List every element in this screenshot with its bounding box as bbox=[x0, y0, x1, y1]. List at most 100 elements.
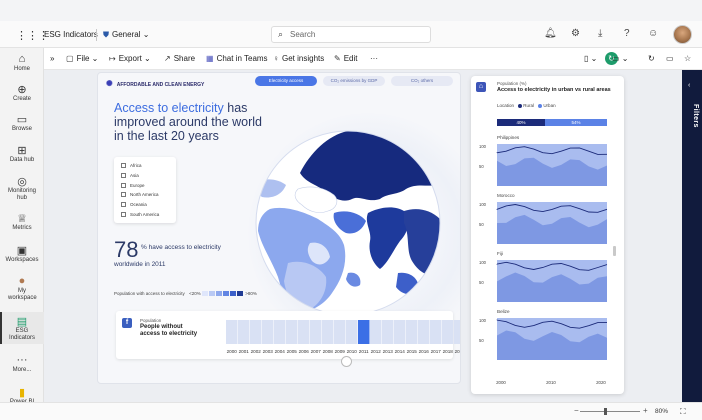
zoom-knob[interactable] bbox=[604, 408, 607, 415]
bell-icon[interactable]: 🔔︎ bbox=[544, 28, 557, 39]
region-checkbox-europe[interactable]: Europe bbox=[121, 180, 176, 190]
workspace-selector[interactable]: ⛊ General ⌄ bbox=[103, 30, 149, 40]
zoom-in-icon[interactable]: + bbox=[643, 406, 648, 415]
file-menu[interactable]: ▢ File ⌄ bbox=[66, 54, 98, 63]
nav-monitoring-hub[interactable]: ◎ Monitoring hub bbox=[0, 175, 44, 205]
year-bar[interactable] bbox=[406, 320, 418, 344]
refresh-icon[interactable]: ↻ bbox=[648, 54, 655, 63]
year-bar[interactable] bbox=[298, 320, 310, 344]
share-button[interactable]: ↗ Share bbox=[164, 54, 195, 63]
year-bar[interactable] bbox=[226, 320, 238, 344]
card-logo-icon: f bbox=[122, 318, 132, 328]
year-bar[interactable] bbox=[322, 320, 334, 344]
x-tick: 2010 bbox=[546, 380, 556, 385]
avatar[interactable] bbox=[673, 25, 692, 44]
side-subtitle: Population (%) bbox=[497, 81, 527, 86]
help-icon[interactable]: ? bbox=[624, 28, 630, 39]
gear-icon[interactable]: ⚙ bbox=[571, 28, 580, 39]
region-checkbox-north-america[interactable]: North America bbox=[121, 190, 176, 200]
year-bar[interactable] bbox=[286, 320, 298, 344]
nav-my-workspace[interactable]: ● My workspace bbox=[0, 275, 44, 305]
zoom-out-icon[interactable]: − bbox=[574, 406, 579, 415]
checkbox[interactable] bbox=[121, 173, 126, 179]
year-bar[interactable] bbox=[238, 320, 250, 344]
y-tick: 50 bbox=[479, 222, 484, 227]
year-bar-chart[interactable]: 2000 2001 2002 2003 2004 2005 2006 2007 2008 2009… bbox=[224, 318, 461, 358]
year-bar[interactable] bbox=[394, 320, 406, 344]
filters-pane[interactable]: ‹ Filters bbox=[682, 70, 702, 402]
globe-map[interactable] bbox=[248, 123, 448, 323]
year-bar[interactable] bbox=[262, 320, 274, 344]
view-icon[interactable]: ▭ ⌄ bbox=[612, 54, 628, 63]
year-bar[interactable] bbox=[310, 320, 322, 344]
year-label: 2011 bbox=[359, 349, 369, 354]
nav-browse[interactable]: ▭ Browse bbox=[0, 113, 44, 137]
year-bar[interactable] bbox=[442, 320, 454, 344]
region-checkbox-oceania[interactable]: Oceania bbox=[121, 200, 176, 210]
share-bar-rural: 40% bbox=[497, 119, 545, 126]
left-nav: ⌂ Home ⊕ Create ▭ Browse ⊞ Data hub ◎ Monitor… bbox=[0, 48, 44, 420]
side-title: Access to electricity in urban vs rural … bbox=[497, 87, 611, 93]
year-bar[interactable] bbox=[274, 320, 286, 344]
year-bar[interactable] bbox=[454, 320, 461, 344]
year-label: 2012 bbox=[371, 349, 382, 354]
nav-create-label: Create bbox=[12, 96, 31, 102]
side-scrollbar[interactable] bbox=[613, 246, 616, 256]
year-bar[interactable] bbox=[430, 320, 442, 344]
download-icon[interactable]: ⤓ bbox=[598, 28, 602, 39]
tab-co2-by-gdp[interactable]: CO₂ emissions by GDP bbox=[323, 76, 385, 86]
chat-in-teams-button[interactable]: ▦ Chat in Teams bbox=[206, 54, 268, 63]
scroll-knob[interactable] bbox=[341, 356, 352, 367]
region-checkbox-south-america[interactable]: South America bbox=[121, 209, 176, 219]
checkbox[interactable] bbox=[121, 192, 126, 198]
more-commands-icon[interactable]: ··· bbox=[370, 54, 378, 63]
year-bar[interactable] bbox=[382, 320, 394, 344]
year-bar[interactable] bbox=[334, 320, 346, 344]
country-name: Fiji bbox=[497, 251, 503, 256]
nav-workspaces[interactable]: ▣ Workspaces bbox=[0, 244, 44, 268]
bookmark-icon[interactable]: ▯ ⌄ bbox=[584, 54, 597, 63]
tab-co2-others[interactable]: CO₂ others bbox=[391, 76, 453, 86]
y-tick: 50 bbox=[479, 338, 484, 343]
year-bar[interactable] bbox=[250, 320, 262, 344]
edit-label: Edit bbox=[343, 54, 358, 63]
checkbox[interactable] bbox=[121, 202, 126, 208]
checkbox[interactable] bbox=[121, 182, 126, 188]
year-label: 2009 bbox=[335, 349, 346, 354]
x-tick: 2020 bbox=[596, 380, 606, 385]
nav-metrics[interactable]: ♕ Metrics bbox=[0, 212, 44, 236]
nav-create[interactable]: ⊕ Create bbox=[0, 83, 44, 107]
app-title[interactable]: ESG Indicators bbox=[44, 30, 98, 39]
comment-icon[interactable]: ▭ bbox=[666, 54, 674, 63]
region-checkbox-africa[interactable]: Africa bbox=[121, 161, 176, 171]
stat-block: 78% have access to electricity bbox=[114, 237, 221, 263]
export-menu[interactable]: ↦ Export ⌄ bbox=[109, 54, 151, 63]
feedback-icon[interactable]: ☺ bbox=[648, 28, 658, 39]
fit-page-icon[interactable]: ⛶ bbox=[680, 407, 686, 417]
nav-data-hub[interactable]: ⊞ Data hub bbox=[0, 144, 44, 168]
expand-icon[interactable]: » bbox=[50, 54, 54, 63]
tab-electricity-access[interactable]: Electricity access bbox=[255, 76, 317, 86]
zoom-slider[interactable] bbox=[580, 411, 640, 412]
checkbox[interactable] bbox=[121, 211, 126, 217]
search-input[interactable]: ⌕ Search bbox=[271, 26, 431, 43]
favorite-icon[interactable]: ☆ bbox=[684, 54, 691, 63]
region-checkbox-asia[interactable]: Asia bbox=[121, 171, 176, 181]
edit-button[interactable]: ✎ Edit bbox=[334, 54, 358, 63]
shield-icon: ⛊ bbox=[103, 30, 109, 39]
nav-home[interactable]: ⌂ Home bbox=[0, 53, 44, 77]
nav-more[interactable]: ··· More... bbox=[0, 354, 44, 378]
get-insights-button[interactable]: ♀ Get insights bbox=[273, 54, 324, 63]
year-bar[interactable] bbox=[346, 320, 358, 344]
year-bar[interactable] bbox=[370, 320, 382, 344]
collapse-icon[interactable]: ‹ bbox=[688, 82, 690, 89]
y-tick: 100 bbox=[479, 202, 487, 207]
checkbox[interactable] bbox=[121, 163, 126, 169]
year-bar[interactable] bbox=[358, 320, 370, 344]
home-icon[interactable]: ⌂ bbox=[476, 82, 486, 92]
nav-esg-indicators[interactable]: ▤ ESG Indicators bbox=[0, 312, 44, 344]
share-label: Share bbox=[173, 54, 196, 63]
headline-highlight: Access to electricity bbox=[114, 101, 224, 115]
year-bar[interactable] bbox=[418, 320, 430, 344]
title-divider bbox=[96, 29, 97, 41]
